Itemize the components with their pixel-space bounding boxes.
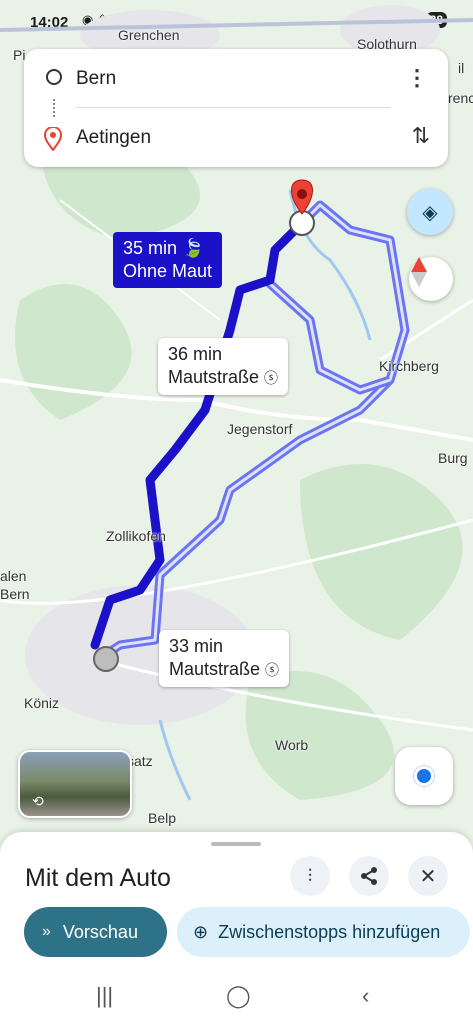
place-il: il bbox=[458, 60, 465, 76]
place-grenchen: Grenchen bbox=[118, 27, 180, 43]
route-note: Mautstraße bbox=[169, 659, 261, 679]
layers-button[interactable]: ◈ bbox=[407, 189, 453, 235]
place-belp: Belp bbox=[148, 810, 177, 826]
place-koeniz: Köniz bbox=[24, 695, 60, 711]
place-burg: Burg bbox=[438, 450, 468, 466]
recent-apps-icon[interactable]: ||| bbox=[96, 983, 113, 1009]
add-stops-label: Zwischenstopps hinzufügen bbox=[218, 921, 441, 942]
system-nav-bar: ||| ◯ ‹ bbox=[0, 975, 473, 1020]
place-jegenstorf: Jegenstorf bbox=[227, 421, 293, 437]
close-icon: ✕ bbox=[419, 865, 437, 888]
compass-icon bbox=[411, 257, 427, 287]
more-options-icon[interactable]: ⋮ bbox=[406, 67, 428, 89]
route-label-alt-1[interactable]: 36 min Mautstraße ⓢ bbox=[158, 338, 289, 395]
route-time: 33 min bbox=[169, 636, 224, 656]
route-label-alt-2[interactable]: 33 min Mautstraße ⓢ bbox=[159, 630, 290, 687]
route-time: 35 min bbox=[123, 238, 178, 258]
place-renc: renc bbox=[448, 90, 473, 106]
layers-icon: ◈ bbox=[422, 201, 438, 224]
origin-input[interactable]: Bern bbox=[76, 68, 116, 90]
tune-icon: ⫶ bbox=[307, 865, 313, 886]
route-options-button[interactable]: ⫶ bbox=[290, 856, 330, 896]
origin-circle-icon bbox=[46, 69, 62, 85]
place-alen: alen bbox=[0, 568, 27, 584]
back-icon[interactable]: ‹ bbox=[362, 983, 369, 1009]
add-location-icon: ⊕ bbox=[193, 921, 209, 942]
preview-label: Vorschau bbox=[62, 921, 138, 942]
home-icon[interactable]: ◯ bbox=[226, 983, 251, 1009]
leaf-icon: 🍃 bbox=[182, 238, 205, 258]
route-time: 36 min bbox=[168, 344, 223, 364]
route-note: Ohne Maut bbox=[123, 261, 213, 281]
chevrons-right-icon: » bbox=[42, 923, 51, 940]
preview-button[interactable]: » Vorschau bbox=[24, 907, 167, 957]
share-button[interactable] bbox=[349, 856, 389, 896]
drag-handle[interactable] bbox=[211, 842, 261, 846]
toll-icon: ⓢ bbox=[265, 662, 280, 678]
destination-pin-icon bbox=[44, 127, 62, 151]
street-view-thumbnail[interactable]: ⟲ bbox=[18, 750, 132, 818]
place-kirchberg: Kirchberg bbox=[379, 358, 439, 374]
my-location-icon bbox=[414, 766, 434, 786]
swap-icon[interactable]: ⇅ bbox=[412, 123, 430, 149]
my-location-button[interactable] bbox=[395, 747, 453, 805]
destination-input[interactable]: Aetingen bbox=[76, 127, 151, 149]
share-icon bbox=[361, 867, 377, 885]
toll-icon: ⓢ bbox=[264, 370, 279, 386]
close-button[interactable]: ✕ bbox=[408, 856, 448, 896]
place-zollikofen: Zollikofen bbox=[106, 528, 166, 544]
place-worb: Worb bbox=[275, 737, 309, 753]
compass-button[interactable] bbox=[409, 257, 453, 301]
travel-mode-title: Mit dem Auto bbox=[25, 864, 171, 892]
route-dots-icon bbox=[53, 99, 57, 117]
rotate-360-icon: ⟲ bbox=[32, 793, 44, 809]
place-bern: Bern bbox=[0, 586, 30, 602]
route-label-selected[interactable]: 35 min 🍃 Ohne Maut bbox=[113, 232, 223, 288]
divider bbox=[76, 107, 390, 108]
directions-card: Bern Aetingen ⋮ ⇅ bbox=[24, 49, 448, 167]
route-note: Mautstraße bbox=[168, 367, 260, 387]
add-stops-button[interactable]: ⊕ Zwischenstopps hinzufügen bbox=[177, 907, 470, 957]
